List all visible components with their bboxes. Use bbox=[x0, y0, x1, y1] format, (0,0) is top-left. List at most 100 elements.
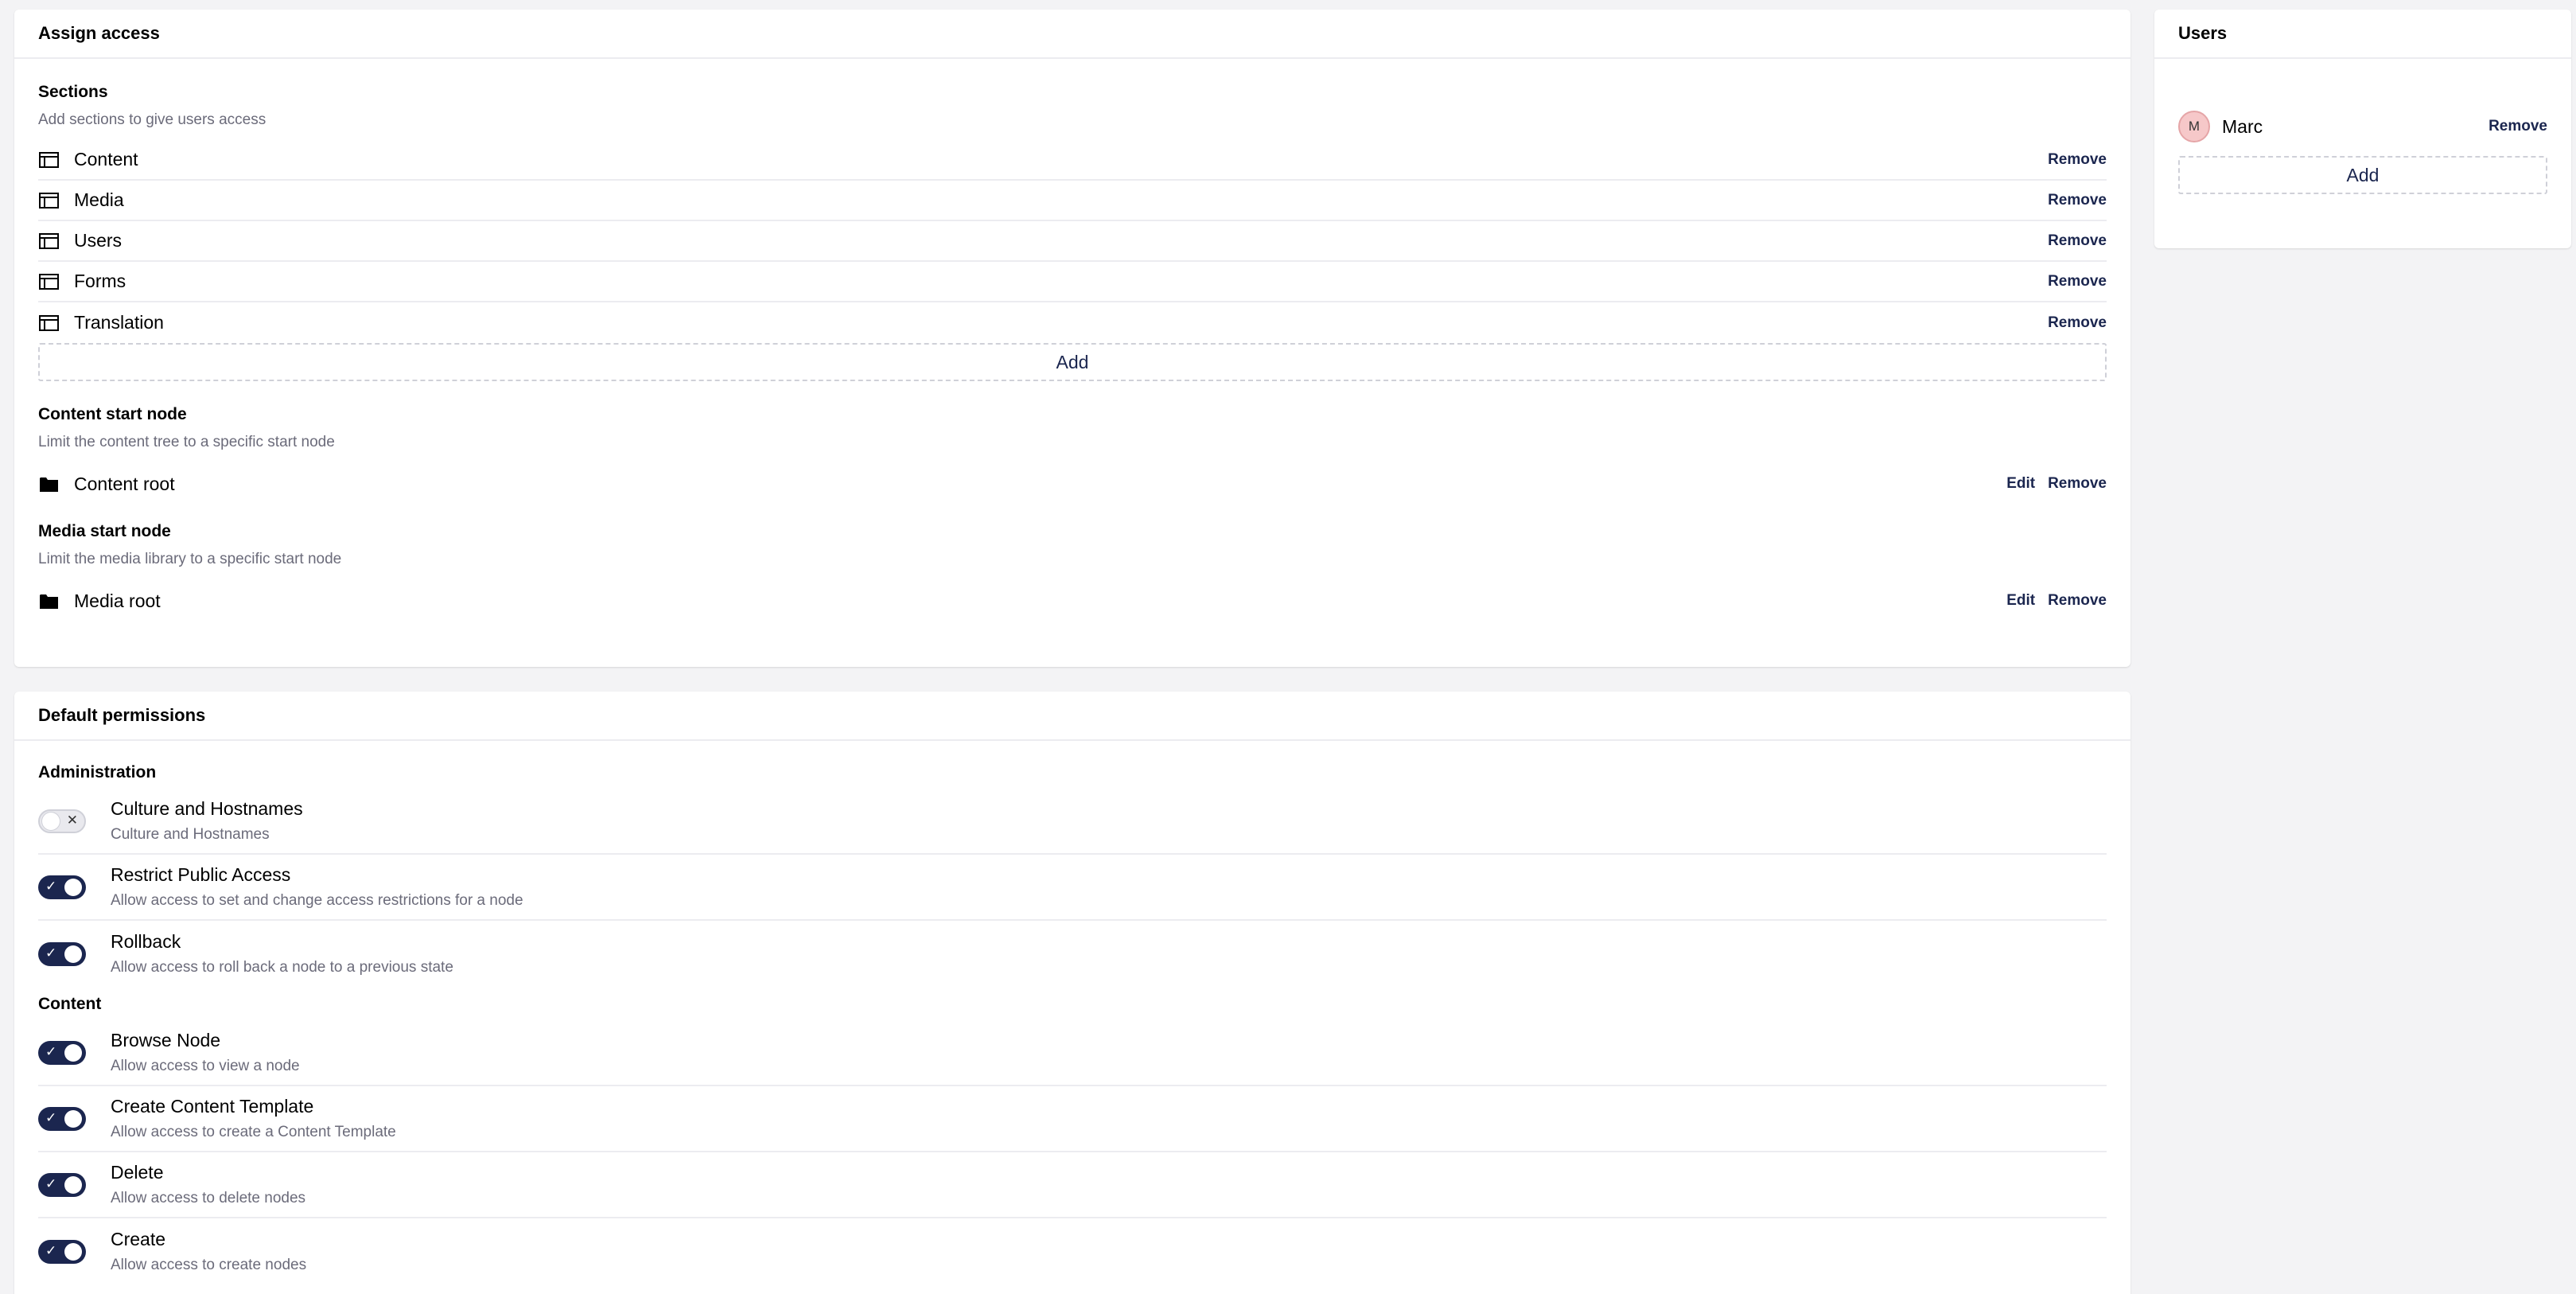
toggle-on-icon: ✓ bbox=[45, 1175, 57, 1191]
sections-group: Sections Add sections to give users acce… bbox=[38, 83, 2107, 381]
assign-access-card: Assign access Sections Add sections to g… bbox=[14, 10, 2130, 667]
toggle-knob bbox=[64, 1175, 82, 1194]
section-window-icon bbox=[38, 273, 59, 290]
toggle-on-icon: ✓ bbox=[45, 945, 57, 961]
permission-row-create-content-template: ✓ Create Content Template Allow access t… bbox=[38, 1086, 2107, 1152]
section-label: Media bbox=[74, 189, 124, 210]
section-window-icon bbox=[38, 192, 59, 209]
section-row-users: Users Remove bbox=[38, 221, 2107, 262]
avatar: M bbox=[2178, 111, 2210, 142]
remove-section-button[interactable]: Remove bbox=[2048, 151, 2107, 169]
permission-text: Browse Node Allow access to view a node bbox=[111, 1030, 300, 1075]
content-start-node-label: Content root bbox=[74, 473, 175, 494]
users-card: Users M Marc Remove Add bbox=[2154, 10, 2571, 248]
folder-icon bbox=[38, 593, 59, 610]
permission-title: Culture and Hostnames bbox=[111, 798, 303, 819]
sections-description: Add sections to give users access bbox=[38, 111, 267, 128]
toggle-on-icon: ✓ bbox=[45, 1043, 57, 1059]
section-label: Users bbox=[74, 230, 123, 251]
media-start-node-row: Media root Edit Remove bbox=[38, 581, 2107, 621]
section-row-media: Media Remove bbox=[38, 181, 2107, 221]
permission-description: Allow access to create nodes bbox=[111, 1257, 307, 1273]
toggle-knob bbox=[64, 945, 82, 963]
section-label: Forms bbox=[74, 271, 126, 291]
assign-access-body: Sections Add sections to give users acce… bbox=[14, 59, 2130, 621]
permission-title: Create bbox=[111, 1229, 166, 1249]
toggle-on-icon: ✓ bbox=[45, 878, 57, 894]
toggle-knob bbox=[42, 812, 60, 830]
toggle-knob bbox=[64, 878, 82, 896]
permission-description: Culture and Hostnames bbox=[111, 826, 270, 843]
edit-content-start-node-button[interactable]: Edit bbox=[2006, 475, 2035, 493]
permission-row-rollback: ✓ Rollback Allow access to roll back a n… bbox=[38, 921, 2107, 987]
permission-list-administration: ✕ Culture and Hostnames Culture and Host… bbox=[38, 789, 2107, 987]
users-header: Users bbox=[2154, 10, 2571, 59]
permission-group-administration: Administration bbox=[38, 763, 157, 781]
section-row-translation: Translation Remove bbox=[38, 302, 2107, 343]
permission-text: Create Allow access to create nodes bbox=[111, 1229, 306, 1274]
section-label: Translation bbox=[74, 312, 164, 333]
users-list: M Marc Remove bbox=[2178, 59, 2547, 146]
media-start-node-description: Limit the media library to a specific st… bbox=[38, 551, 342, 567]
permission-description: Allow access to set and change access re… bbox=[111, 892, 523, 909]
toggle-on-icon: ✓ bbox=[45, 1109, 57, 1125]
content-start-node-group: Content start node Limit the content tre… bbox=[38, 405, 2107, 504]
add-section-button[interactable]: Add bbox=[38, 343, 2107, 381]
sections-list: Content Remove Media Remove Users Remove bbox=[38, 140, 2107, 381]
section-window-icon bbox=[38, 232, 59, 249]
toggle-on-icon: ✓ bbox=[45, 1242, 57, 1258]
permission-title: Delete bbox=[111, 1162, 164, 1183]
permission-toggle[interactable]: ✓ bbox=[38, 1239, 86, 1264]
content-start-node-title: Content start node bbox=[38, 405, 187, 423]
remove-section-button[interactable]: Remove bbox=[2048, 232, 2107, 250]
remove-section-button[interactable]: Remove bbox=[2048, 192, 2107, 209]
remove-content-start-node-button[interactable]: Remove bbox=[2048, 475, 2107, 493]
permission-text: Restrict Public Access Allow access to s… bbox=[111, 864, 523, 910]
edit-media-start-node-button[interactable]: Edit bbox=[2006, 592, 2035, 610]
permission-list-content: ✓ Browse Node Allow access to view a nod… bbox=[38, 1020, 2107, 1284]
section-window-icon bbox=[38, 151, 59, 168]
section-label: Content bbox=[74, 149, 138, 170]
remove-section-button[interactable]: Remove bbox=[2048, 273, 2107, 290]
permission-row-browse-node: ✓ Browse Node Allow access to view a nod… bbox=[38, 1020, 2107, 1086]
remove-media-start-node-button[interactable]: Remove bbox=[2048, 592, 2107, 610]
toggle-off-icon: ✕ bbox=[66, 812, 78, 828]
content-start-node-row: Content root Edit Remove bbox=[38, 464, 2107, 504]
section-window-icon bbox=[38, 314, 59, 331]
permission-row-restrict-public-access: ✓ Restrict Public Access Allow access to… bbox=[38, 855, 2107, 921]
user-row: M Marc Remove bbox=[2178, 107, 2547, 146]
permission-toggle[interactable]: ✕ bbox=[38, 809, 86, 833]
add-user-button[interactable]: Add bbox=[2178, 156, 2547, 194]
content-start-node-description: Limit the content tree to a specific sta… bbox=[38, 434, 335, 450]
folder-icon bbox=[38, 476, 59, 493]
permission-group-content: Content bbox=[38, 995, 102, 1013]
toggle-knob bbox=[64, 1043, 82, 1062]
permission-text: Culture and Hostnames Culture and Hostna… bbox=[111, 798, 303, 844]
permission-description: Allow access to view a node bbox=[111, 1058, 300, 1074]
permission-row-culture-hostnames: ✕ Culture and Hostnames Culture and Host… bbox=[38, 789, 2107, 855]
permission-title: Create Content Template bbox=[111, 1096, 314, 1117]
remove-section-button[interactable]: Remove bbox=[2048, 314, 2107, 332]
permission-description: Allow access to delete nodes bbox=[111, 1190, 306, 1206]
user-name: Marc bbox=[2222, 115, 2263, 137]
toggle-knob bbox=[64, 1242, 82, 1261]
default-permissions-header: Default permissions bbox=[14, 692, 2130, 741]
permission-toggle[interactable]: ✓ bbox=[38, 1040, 86, 1065]
permission-text: Create Content Template Allow access to … bbox=[111, 1096, 396, 1141]
permission-toggle[interactable]: ✓ bbox=[38, 1106, 86, 1131]
section-row-forms: Forms Remove bbox=[38, 262, 2107, 302]
sections-title: Sections bbox=[38, 83, 108, 101]
media-start-node-title: Media start node bbox=[38, 522, 171, 540]
permission-title: Browse Node bbox=[111, 1030, 221, 1050]
remove-user-button[interactable]: Remove bbox=[2488, 118, 2547, 135]
toggle-knob bbox=[64, 1109, 82, 1128]
permission-description: Allow access to roll back a node to a pr… bbox=[111, 959, 453, 976]
permission-toggle[interactable]: ✓ bbox=[38, 941, 86, 966]
permission-toggle[interactable]: ✓ bbox=[38, 875, 86, 899]
permission-description: Allow access to create a Content Templat… bbox=[111, 1124, 396, 1140]
permission-toggle[interactable]: ✓ bbox=[38, 1172, 86, 1197]
permission-text: Delete Allow access to delete nodes bbox=[111, 1162, 305, 1207]
permission-text: Rollback Allow access to roll back a nod… bbox=[111, 931, 453, 976]
assign-access-header: Assign access bbox=[14, 10, 2130, 59]
permission-title: Rollback bbox=[111, 931, 181, 952]
